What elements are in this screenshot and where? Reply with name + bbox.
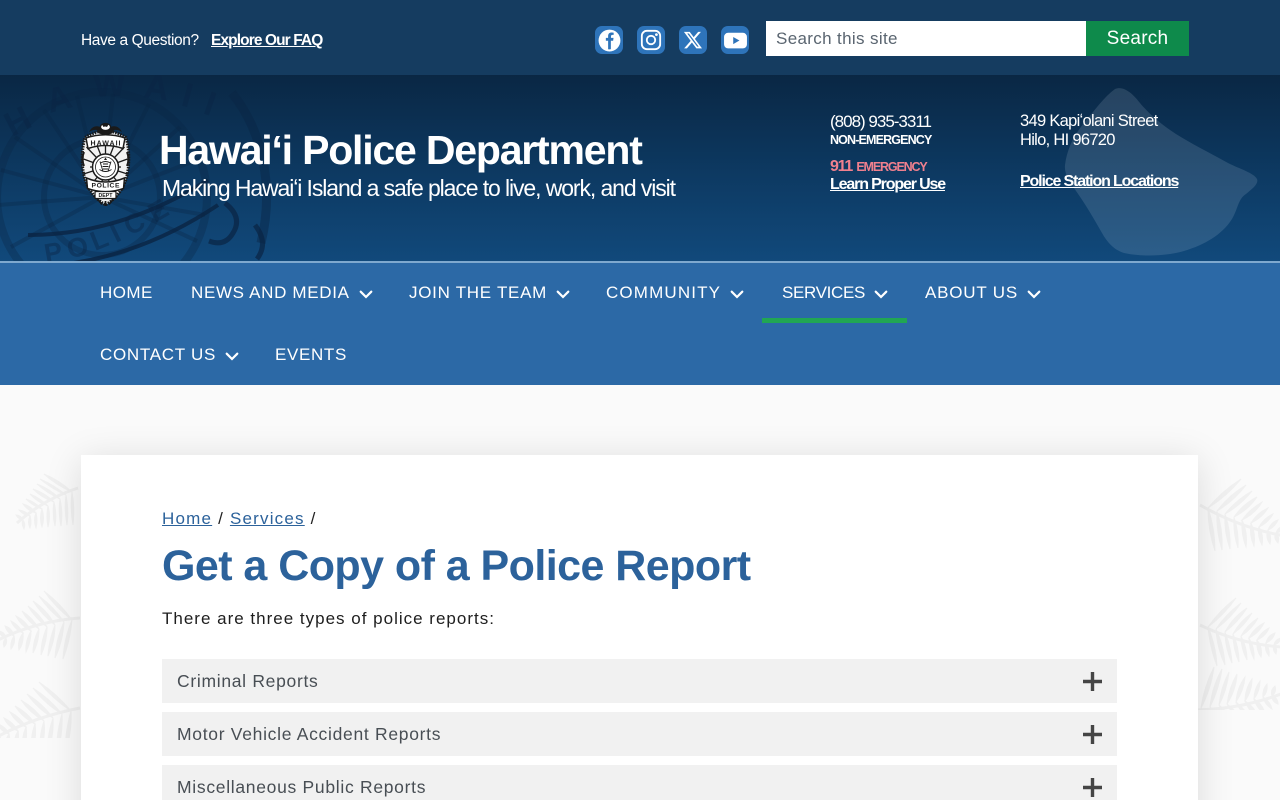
svg-text:HAWAII: HAWAII <box>91 141 121 148</box>
svg-text:POLICE: POLICE <box>92 183 120 190</box>
svg-text:DEPT: DEPT <box>98 193 113 199</box>
